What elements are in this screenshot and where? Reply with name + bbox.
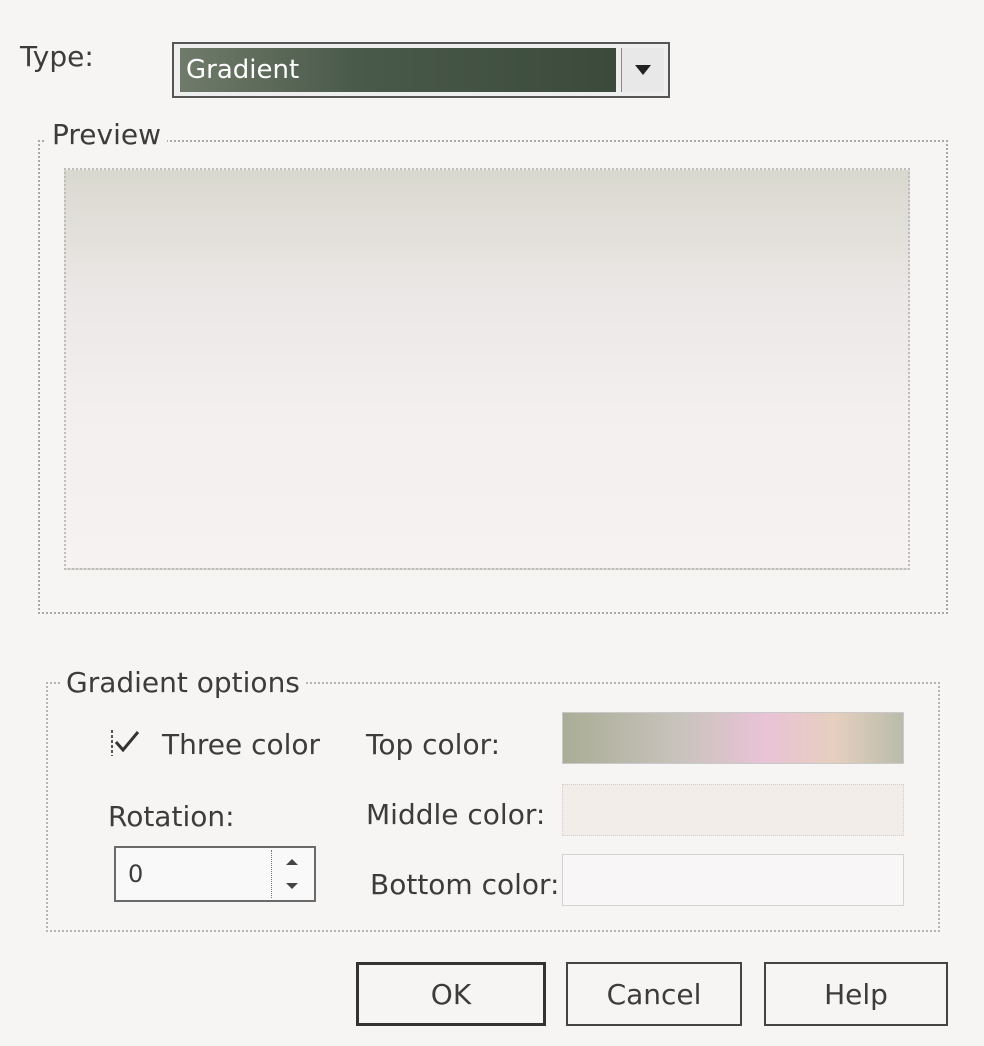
middle-color-picker[interactable] xyxy=(562,784,904,836)
three-color-checkbox[interactable] xyxy=(110,726,142,758)
three-color-label[interactable]: Three color xyxy=(162,728,320,761)
cancel-button[interactable]: Cancel xyxy=(566,962,742,1026)
type-dropdown[interactable]: Gradient xyxy=(172,42,670,98)
bottom-color-picker[interactable] xyxy=(562,854,904,906)
preview-title: Preview xyxy=(46,118,167,151)
middle-color-label: Middle color: xyxy=(366,798,546,831)
help-button[interactable]: Help xyxy=(764,962,948,1026)
spin-down-icon[interactable] xyxy=(272,874,312,898)
bottom-color-label: Bottom color: xyxy=(370,868,560,901)
chevron-down-icon[interactable] xyxy=(621,48,664,92)
rotation-spinner[interactable]: 0 xyxy=(114,846,316,902)
top-color-label: Top color: xyxy=(366,728,501,761)
top-color-picker[interactable] xyxy=(562,712,904,764)
preview-area xyxy=(64,168,910,570)
gradient-options-title: Gradient options xyxy=(60,666,306,699)
spin-up-icon[interactable] xyxy=(272,850,312,874)
type-dropdown-value: Gradient xyxy=(180,48,616,92)
rotation-label: Rotation: xyxy=(108,800,235,833)
rotation-value[interactable]: 0 xyxy=(128,860,143,888)
checkmark-icon xyxy=(111,730,140,756)
ok-button[interactable]: OK xyxy=(356,962,546,1026)
type-label: Type: xyxy=(20,40,94,73)
